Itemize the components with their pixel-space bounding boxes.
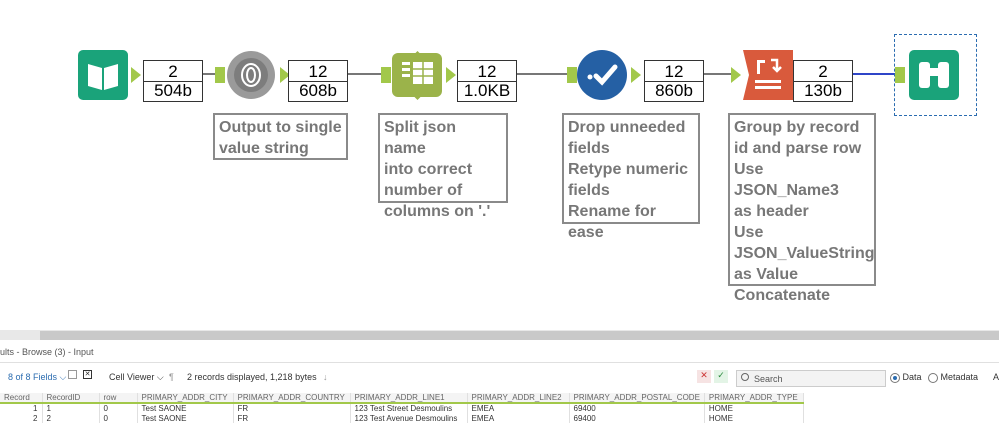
record-count: 2 <box>168 62 178 81</box>
table-cell: 2 <box>0 413 43 423</box>
chevron-down-icon: ⌵ <box>156 372 164 382</box>
record-count: 12 <box>477 62 497 81</box>
select-tool[interactable] <box>577 50 627 100</box>
table-cell: HOME <box>704 403 804 413</box>
table-cell: 2 <box>42 413 100 423</box>
browse-tool[interactable] <box>909 50 959 100</box>
metadata-label: Metadata <box>940 372 979 382</box>
edit-icon[interactable] <box>68 370 77 379</box>
cross-tab-tool[interactable] <box>743 50 793 100</box>
record-count: 2 <box>818 62 828 81</box>
json-parse-tool[interactable] <box>226 50 276 100</box>
record-count: 12 <box>664 62 684 81</box>
input-anchor[interactable] <box>895 67 905 83</box>
input-anchor[interactable] <box>567 67 577 83</box>
comment-box[interactable]: Drop unneeded fields Retype numeric fiel… <box>562 113 700 241</box>
output-anchor[interactable] <box>631 67 641 83</box>
records-info: 2 records displayed, 1,218 bytes <box>187 372 317 382</box>
output-anchor[interactable] <box>446 67 456 83</box>
table-cell: 0 <box>99 413 138 423</box>
table-header-row: Record RecordID row PRIMARY_ADDR_CITY PR… <box>0 393 804 404</box>
scrollbar-thumb[interactable] <box>40 331 999 340</box>
connection-line <box>704 73 732 75</box>
results-title: ults - Browse (3) - Input <box>0 347 94 357</box>
column-header[interactable]: PRIMARY_ADDR_LINE1 <box>350 393 468 404</box>
connection-line-selected <box>853 73 895 75</box>
close-box-icon[interactable]: ✕ <box>83 370 92 379</box>
viewer-label: Cell Viewer <box>109 372 155 382</box>
column-header[interactable]: PRIMARY_ADDR_COUNTRY <box>233 393 351 404</box>
workflow-canvas[interactable]: 2 504b 12 608b 12 1.0KB 12 860b 2 130b O… <box>0 0 999 330</box>
radio-button[interactable] <box>890 372 900 383</box>
fields-dropdown[interactable]: 8 of 8 Fields ⌵ <box>8 372 66 383</box>
table-cell: 1 <box>0 403 43 413</box>
data-radio[interactable]: Data <box>890 372 922 383</box>
table-cell: FR <box>233 413 351 423</box>
data-size: 860b <box>655 81 693 100</box>
input-anchor[interactable] <box>731 67 741 83</box>
column-header[interactable]: PRIMARY_ADDR_LINE2 <box>467 393 570 404</box>
data-size: 130b <box>804 81 842 100</box>
column-header[interactable]: row <box>99 393 138 404</box>
data-size: 608b <box>299 81 337 100</box>
input-anchor[interactable] <box>215 67 225 83</box>
column-header[interactable]: PRIMARY_ADDR_TYPE <box>704 393 804 404</box>
table-cell: FR <box>233 403 351 413</box>
table-cell: EMEA <box>467 403 570 413</box>
record-count-box: 2 130b <box>793 60 853 102</box>
comment-box[interactable]: Output to single value string <box>213 113 348 160</box>
table-row[interactable]: 1 1 0 Test SAONE FR 123 Test Street Desm… <box>0 403 804 413</box>
chevron-down-icon: ⌵ <box>59 372 67 382</box>
record-count-box: 2 504b <box>143 60 203 102</box>
column-header[interactable]: PRIMARY_ADDR_CITY <box>137 393 234 404</box>
table-cell: 69400 <box>569 413 705 423</box>
checkmark-icon <box>577 50 627 100</box>
arrow-down-icon[interactable]: ↓ <box>323 372 328 382</box>
arrow-up-icon[interactable]: ↑ <box>308 372 313 382</box>
search-icon <box>741 373 749 381</box>
table-cell: Test SAONE <box>137 413 234 423</box>
fields-label: 8 of 8 Fields <box>8 372 58 382</box>
trailing-label: A <box>993 372 999 382</box>
comment-box[interactable]: Group by record id and parse row Use JSO… <box>728 113 876 304</box>
viewer-dropdown[interactable]: Cell Viewer ⌵ <box>109 372 164 383</box>
table-cell: Test SAONE <box>137 403 234 413</box>
metadata-radio[interactable]: Metadata <box>928 372 978 383</box>
accept-icon[interactable]: ✓ <box>714 370 728 383</box>
table-cell: 1 <box>42 403 100 413</box>
table-cell: 69400 <box>569 403 705 413</box>
output-anchor[interactable] <box>131 67 141 83</box>
table-cell: 123 Test Avenue Desmoulins <box>350 413 468 423</box>
cancel-icon[interactable]: ✕ <box>697 370 711 383</box>
gear-icon <box>227 51 275 99</box>
text-to-columns-tool[interactable] <box>392 50 442 100</box>
record-count-box: 12 1.0KB <box>457 60 517 102</box>
data-size: 1.0KB <box>463 81 511 100</box>
table-cell: HOME <box>704 413 804 423</box>
column-header[interactable]: Record <box>0 393 43 404</box>
record-count: 12 <box>308 62 328 81</box>
input-anchor[interactable] <box>381 67 391 83</box>
table-cell: EMEA <box>467 413 570 423</box>
pilcrow-icon[interactable]: ¶ <box>169 372 174 382</box>
comment-box[interactable]: Split json name into correct number of c… <box>378 113 508 220</box>
binoculars-icon <box>909 50 959 100</box>
data-label: Data <box>902 372 922 382</box>
search-input[interactable]: Search <box>736 370 886 387</box>
divider <box>0 362 999 363</box>
column-header[interactable]: RecordID <box>42 393 100 404</box>
table-cell: 123 Test Street Desmoulins <box>350 403 468 413</box>
table-row[interactable]: 2 2 0 Test SAONE FR 123 Test Avenue Desm… <box>0 413 804 423</box>
results-table: Record RecordID row PRIMARY_ADDR_CITY PR… <box>0 393 804 423</box>
data-size: 504b <box>154 81 192 100</box>
record-count-box: 12 608b <box>288 60 348 102</box>
book-icon <box>78 50 128 100</box>
crosstab-icon <box>743 50 793 100</box>
table-icon <box>392 51 442 100</box>
input-data-tool[interactable] <box>78 50 128 100</box>
column-header[interactable]: PRIMARY_ADDR_POSTAL_CODE <box>569 393 705 404</box>
table-cell: 0 <box>99 403 138 413</box>
record-count-box: 12 860b <box>644 60 704 102</box>
radio-button[interactable] <box>928 372 938 383</box>
